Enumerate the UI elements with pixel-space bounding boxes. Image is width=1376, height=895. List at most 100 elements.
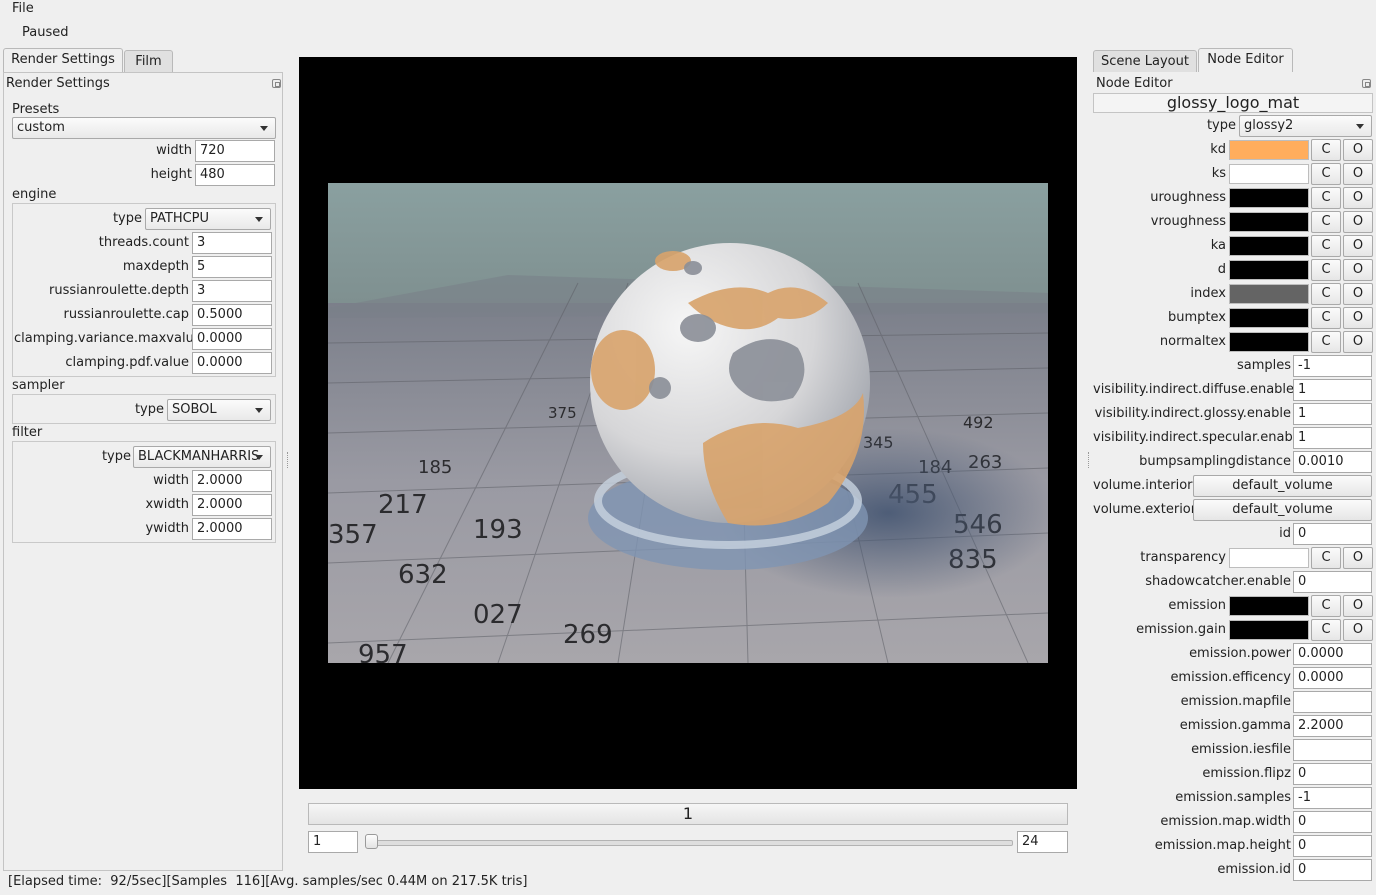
kd-connect-button[interactable]: C: [1311, 139, 1341, 161]
normaltex-options-button[interactable]: O: [1343, 331, 1373, 353]
frame-slider-track[interactable]: [371, 840, 1013, 846]
ks-connect-button[interactable]: C: [1311, 163, 1341, 185]
kd-options-button[interactable]: O: [1343, 139, 1373, 161]
filter-type-label: type: [101, 449, 131, 464]
emission-gain-connect-button[interactable]: C: [1311, 619, 1341, 641]
emission-power-field[interactable]: 0.0000: [1293, 643, 1372, 665]
maxdepth-field[interactable]: 5: [192, 256, 272, 278]
vroughness-options-button[interactable]: O: [1343, 211, 1373, 233]
height-field[interactable]: 480: [195, 164, 275, 186]
emission-efficency-field[interactable]: 0.0000: [1293, 667, 1372, 689]
ks-options-button[interactable]: O: [1343, 163, 1373, 185]
right-splitter-handle[interactable]: [1088, 452, 1091, 468]
presets-value: custom: [17, 120, 65, 135]
vroughness-color-swatch[interactable]: [1229, 212, 1309, 232]
frame-start-field[interactable]: 1: [308, 831, 358, 853]
tab-scene-layout[interactable]: Scene Layout: [1093, 50, 1197, 72]
tab-node-editor[interactable]: Node Editor: [1198, 48, 1293, 72]
emission-id-field[interactable]: 0: [1293, 859, 1372, 881]
floor-number: 492: [963, 413, 994, 432]
vis-diffuse-field[interactable]: 1: [1293, 379, 1372, 401]
param-label: index: [1190, 286, 1226, 301]
tab-render-settings[interactable]: Render Settings: [3, 48, 123, 72]
kd-color-swatch[interactable]: [1229, 140, 1309, 160]
ka-connect-button[interactable]: C: [1311, 235, 1341, 257]
threads-count-field[interactable]: 3: [192, 232, 272, 254]
bumptex-options-button[interactable]: O: [1343, 307, 1373, 329]
param-label: emission.power: [1189, 646, 1291, 661]
emission-color-swatch[interactable]: [1229, 596, 1309, 616]
uroughness-connect-button[interactable]: C: [1311, 187, 1341, 209]
bumptex-connect-button[interactable]: C: [1311, 307, 1341, 329]
emission-samples-field[interactable]: -1: [1293, 787, 1372, 809]
emission-mapfile-field[interactable]: [1293, 691, 1372, 713]
frame-end-field[interactable]: 24: [1017, 831, 1068, 853]
render-image[interactable]: 357 217 193 632 027 269 185 455 546 835 …: [328, 183, 1048, 663]
filter-type-value: BLACKMANHARRIS: [138, 449, 260, 464]
clamping-variance-field[interactable]: 0.0000: [192, 328, 272, 350]
filter-type-select[interactable]: BLACKMANHARRIS: [133, 446, 271, 468]
param-label: emission.iesfile: [1191, 742, 1291, 757]
presets-select[interactable]: custom: [12, 117, 276, 139]
index-color-swatch[interactable]: [1229, 284, 1309, 304]
engine-type-select[interactable]: PATHCPU: [145, 208, 271, 230]
clamping-pdf-field[interactable]: 0.0000: [192, 352, 272, 374]
index-options-button[interactable]: O: [1343, 283, 1373, 305]
emission-iesfile-field[interactable]: [1293, 739, 1372, 761]
uroughness-options-button[interactable]: O: [1343, 187, 1373, 209]
undock-icon[interactable]: [272, 79, 281, 88]
ka-color-swatch[interactable]: [1229, 236, 1309, 256]
d-connect-button[interactable]: C: [1311, 259, 1341, 281]
index-connect-button[interactable]: C: [1311, 283, 1341, 305]
menu-file[interactable]: File: [12, 1, 34, 16]
floor-number: 375: [548, 404, 577, 422]
emission-gamma-field[interactable]: 2.2000: [1293, 715, 1372, 737]
d-color-swatch[interactable]: [1229, 260, 1309, 280]
param-label: emission.mapfile: [1180, 694, 1291, 709]
render-settings-title: Render Settings: [6, 76, 110, 91]
emission-map-width-field[interactable]: 0: [1293, 811, 1372, 833]
rr-depth-field[interactable]: 3: [192, 280, 272, 302]
normaltex-connect-button[interactable]: C: [1311, 331, 1341, 353]
emission-map-height-field[interactable]: 0: [1293, 835, 1372, 857]
shadowcatcher-field[interactable]: 0: [1293, 571, 1372, 593]
transparency-connect-button[interactable]: C: [1311, 547, 1341, 569]
emission-gain-color-swatch[interactable]: [1229, 620, 1309, 640]
tab-film[interactable]: Film: [124, 50, 173, 72]
rr-cap-field[interactable]: 0.5000: [192, 304, 272, 326]
filter-xwidth-field[interactable]: 2.0000: [192, 494, 272, 516]
volume-exterior-button[interactable]: default_volume: [1193, 499, 1372, 521]
width-field[interactable]: 720: [195, 140, 275, 162]
emission-gain-options-button[interactable]: O: [1343, 619, 1373, 641]
render-state-label[interactable]: Paused: [22, 25, 68, 40]
emission-options-button[interactable]: O: [1343, 595, 1373, 617]
vroughness-connect-button[interactable]: C: [1311, 211, 1341, 233]
chevron-down-icon: [255, 408, 263, 413]
id-field[interactable]: 0: [1293, 523, 1372, 545]
ks-color-swatch[interactable]: [1229, 164, 1309, 184]
volume-interior-button[interactable]: default_volume: [1193, 475, 1372, 497]
filter-ywidth-field[interactable]: 2.0000: [192, 518, 272, 540]
frame-slider-handle[interactable]: [365, 834, 378, 849]
material-type-select[interactable]: glossy2: [1239, 115, 1372, 137]
chevron-down-icon: [255, 217, 263, 222]
d-options-button[interactable]: O: [1343, 259, 1373, 281]
bumpsamplingdistance-field[interactable]: 0.0010: [1293, 451, 1372, 473]
bumptex-color-swatch[interactable]: [1229, 308, 1309, 328]
undock-icon[interactable]: [1362, 79, 1371, 88]
transparency-color-swatch[interactable]: [1229, 548, 1309, 568]
sampler-type-select[interactable]: SOBOL: [167, 399, 271, 421]
filter-width-field[interactable]: 2.0000: [192, 470, 272, 492]
vis-specular-field[interactable]: 1: [1293, 427, 1372, 449]
param-label: uroughness: [1150, 190, 1226, 205]
emission-flipz-field[interactable]: 0: [1293, 763, 1372, 785]
vis-glossy-field[interactable]: 1: [1293, 403, 1372, 425]
uroughness-color-swatch[interactable]: [1229, 188, 1309, 208]
ka-options-button[interactable]: O: [1343, 235, 1373, 257]
normaltex-color-swatch[interactable]: [1229, 332, 1309, 352]
transparency-options-button[interactable]: O: [1343, 547, 1373, 569]
samples-field[interactable]: -1: [1293, 355, 1372, 377]
emission-connect-button[interactable]: C: [1311, 595, 1341, 617]
frame-indicator[interactable]: 1: [308, 803, 1068, 825]
left-splitter-handle[interactable]: [287, 452, 290, 468]
